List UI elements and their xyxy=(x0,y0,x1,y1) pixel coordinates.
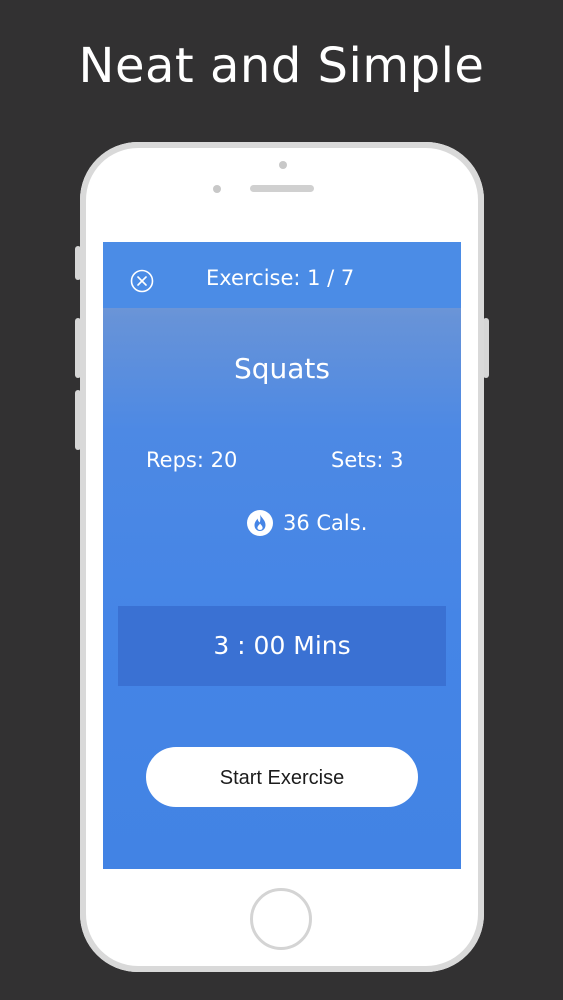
timer-value: 3 : 00 Mins xyxy=(213,631,351,660)
calories-row: 36 Cals. xyxy=(246,508,367,538)
phone-speaker xyxy=(250,185,314,192)
start-exercise-button[interactable]: Start Exercise xyxy=(146,747,418,807)
promo-headline: Neat and Simple xyxy=(78,38,485,94)
exercise-name: Squats xyxy=(233,352,331,385)
reps-label: Reps: 20 xyxy=(146,448,238,472)
phone-home-button[interactable] xyxy=(250,888,312,950)
workout-screen: Exercise: 1 / 7 Squats Reps: 20 Sets: 3 … xyxy=(103,242,461,869)
phone-sensor xyxy=(213,185,221,193)
flame-icon xyxy=(247,510,273,536)
sets-label: Sets: 3 xyxy=(331,448,404,472)
exercise-counter: Exercise: 1 / 7 xyxy=(206,266,355,290)
timer-panel: 3 : 00 Mins xyxy=(118,606,446,686)
calories-label: 36 Cals. xyxy=(283,511,368,535)
close-icon[interactable] xyxy=(130,269,154,293)
screen-header: Exercise: 1 / 7 xyxy=(103,242,461,308)
promo-canvas: Neat and Simple Exercise: 1 / 7 Squats R… xyxy=(0,0,563,1000)
phone-camera xyxy=(279,161,287,169)
